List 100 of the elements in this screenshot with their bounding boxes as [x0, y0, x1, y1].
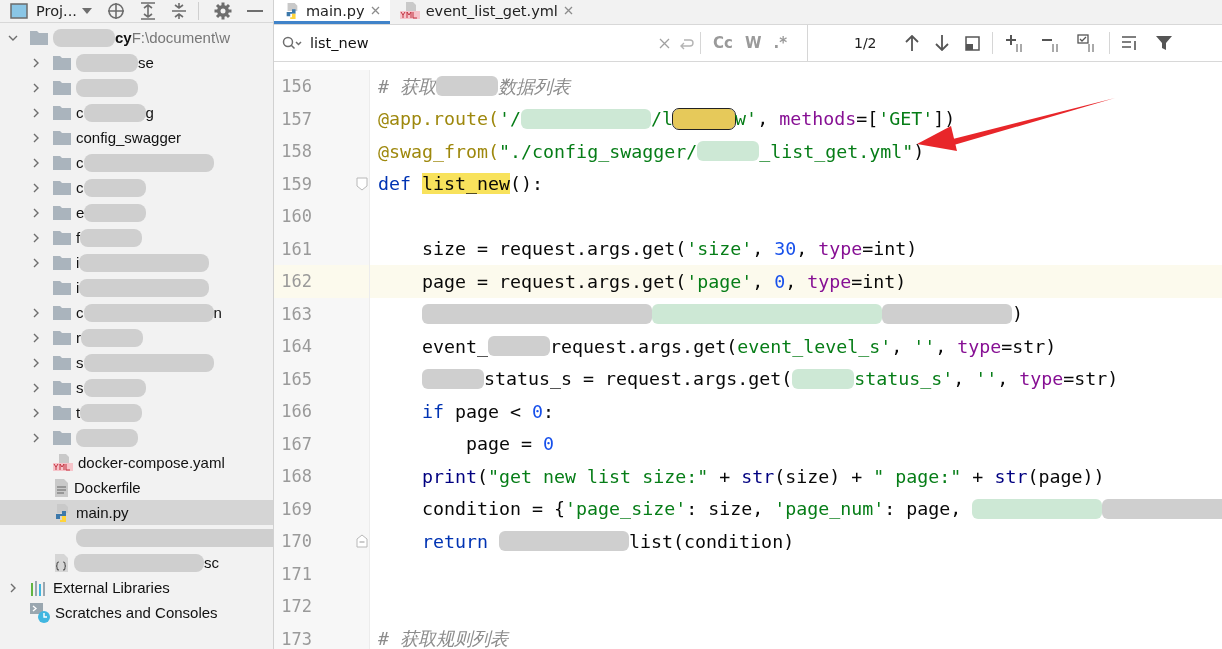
chevron-right-icon[interactable] — [31, 357, 41, 368]
chevron-right-icon[interactable] — [31, 82, 41, 93]
editor-tab[interactable]: event_list_get.yml — [389, 0, 583, 24]
tree-label: main.py — [76, 504, 129, 521]
tree-row[interactable]: c — [0, 150, 273, 175]
folder-icon — [53, 255, 71, 270]
close-icon[interactable] — [370, 6, 380, 15]
tree-row[interactable]: c g — [0, 100, 273, 125]
caret-icon[interactable] — [81, 8, 92, 14]
folder-icon — [53, 430, 71, 445]
arrow-up-icon[interactable] — [904, 35, 919, 51]
chevron-right-icon[interactable] — [31, 432, 41, 443]
tree-row[interactable]: i — [0, 275, 273, 300]
line-number: 156 — [280, 76, 312, 97]
window-icon[interactable] — [964, 35, 980, 51]
collapse-all-icon[interactable] — [170, 2, 187, 20]
chevron-right-icon[interactable] — [31, 332, 41, 343]
blurred-text — [83, 103, 146, 122]
line-number: 170 — [280, 531, 312, 552]
window-icon — [10, 3, 28, 19]
chevron-right-icon[interactable] — [31, 182, 41, 193]
fold-marker-icon[interactable] — [356, 176, 368, 191]
code-line: status_s = request.args.get( status_s', '', type=str) — [422, 368, 1119, 390]
line-number: 161 — [280, 238, 312, 259]
code-line: event_ request.args.get(event_level_s', '', type=str) — [422, 335, 1057, 357]
folder-icon — [53, 130, 71, 145]
crosshair-icon[interactable] — [106, 2, 125, 20]
tree-label: n — [213, 304, 222, 321]
tree-row[interactable]: cyF:\document\w — [0, 25, 273, 50]
tree-row[interactable]: Scratches and Consoles — [0, 600, 273, 625]
chevron-right-icon[interactable] — [31, 132, 41, 143]
code-line: condition = {'page_size': size, 'page_num': page, — [422, 498, 1222, 520]
arrow-down-icon[interactable] — [934, 35, 949, 51]
panel-title[interactable]: Proj... — [36, 3, 77, 19]
yaml-file-icon — [53, 453, 73, 472]
code-line: return list(condition) — [422, 530, 795, 552]
tree-row[interactable]: f — [0, 225, 273, 250]
line-number: 173 — [280, 628, 312, 649]
close-icon[interactable] — [563, 6, 573, 15]
tree-row[interactable]: s — [0, 375, 273, 400]
tree-label: config_swagger — [76, 129, 182, 146]
line-number: 168 — [280, 466, 312, 487]
clear-icon[interactable] — [659, 37, 670, 49]
folder-icon — [53, 205, 71, 220]
folder-icon — [53, 280, 71, 295]
blurred-text — [53, 28, 115, 47]
selected-tree-row[interactable]: main.py — [0, 500, 273, 525]
fold-marker-icon[interactable] — [356, 534, 368, 549]
minimize-icon[interactable] — [246, 9, 263, 13]
add-cursor-icon[interactable] — [1004, 34, 1025, 52]
tree-row[interactable]: config_swagger — [0, 125, 273, 150]
filter-icon[interactable] — [1155, 35, 1172, 51]
tree-label: i — [76, 254, 80, 271]
chevron-right-icon[interactable] — [31, 257, 41, 268]
expand-all-icon[interactable] — [139, 2, 156, 20]
code-line: page = 0 — [466, 433, 555, 455]
select-all-icon[interactable] — [1076, 34, 1097, 52]
folder-icon — [53, 330, 71, 345]
tree-row[interactable]: r — [0, 325, 273, 350]
chevron-right-icon[interactable] — [31, 207, 41, 218]
chevron-right-icon[interactable] — [31, 107, 41, 118]
tree-label: c — [76, 154, 84, 171]
tree-row[interactable]: sc — [0, 550, 273, 575]
tree-row[interactable]: c n — [0, 300, 273, 325]
folder-icon — [53, 155, 71, 170]
tree-row[interactable]: se — [0, 50, 273, 75]
tree-row[interactable]: i — [0, 250, 273, 275]
line-number: 171 — [280, 563, 312, 584]
tree-label: c — [76, 104, 84, 121]
chevron-right-icon[interactable] — [31, 307, 41, 318]
line-number: 163 — [280, 303, 312, 324]
tree-row[interactable]: e — [0, 200, 273, 225]
chevron-right-icon[interactable] — [31, 382, 41, 393]
tree-row[interactable]: docker-compose.yaml — [0, 450, 273, 475]
code-line: page = request.args.get('page', 0, type=int) — [422, 270, 907, 292]
chevron-right-icon[interactable] — [31, 157, 41, 168]
chevron-right-icon[interactable] — [31, 57, 41, 68]
code-line: ) — [422, 303, 1023, 325]
tree-label: t — [76, 404, 81, 421]
scratches-icon — [30, 602, 50, 623]
chevron-right-icon[interactable] — [8, 582, 18, 593]
code-line: @swag_from("./config_swagger/ _list_get.yml") — [378, 140, 925, 162]
settings-icon[interactable] — [213, 2, 232, 20]
yaml-file-icon — [399, 1, 420, 20]
folder-icon — [53, 405, 71, 420]
tree-row[interactable]: c — [0, 175, 273, 200]
search-field[interactable]: list_new — [310, 35, 651, 51]
editor-tab[interactable]: main.py — [274, 0, 390, 24]
tree-label: se — [138, 54, 154, 71]
tree-row[interactable]: s — [0, 350, 273, 375]
tree-row[interactable]: t — [0, 400, 273, 425]
chevron-right-icon[interactable] — [31, 407, 41, 418]
project-name: cy — [115, 29, 132, 46]
chevron-right-icon[interactable] — [31, 232, 41, 243]
blurred-text — [84, 203, 147, 222]
tree-row[interactable]: External Libraries — [0, 575, 273, 600]
line-number: 169 — [280, 498, 312, 519]
line-number: 166 — [280, 401, 312, 422]
tree-row[interactable]: Dockerfile — [0, 475, 273, 500]
python-file-icon — [53, 503, 71, 522]
